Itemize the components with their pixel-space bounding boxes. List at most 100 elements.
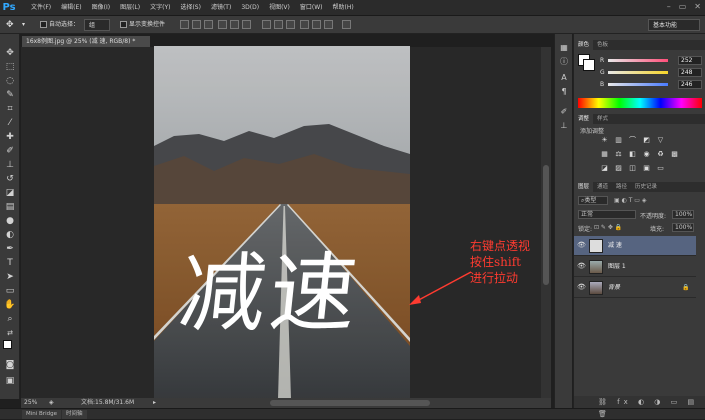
visibility-eye-icon[interactable]: 👁 (577, 241, 586, 249)
tab-color[interactable]: 颜色 (574, 40, 594, 50)
menu-item[interactable]: 视图(V) (264, 0, 295, 16)
type-tool-icon[interactable]: T (4, 258, 16, 269)
red-slider[interactable] (608, 59, 668, 62)
lock-icons[interactable]: ⊡ ✎ ✥ 🔒 (594, 224, 622, 231)
align-right-icon[interactable] (242, 20, 251, 29)
horizontal-scroll-thumb[interactable] (270, 400, 430, 406)
crop-tool-icon[interactable]: ⌗ (4, 104, 16, 115)
blue-value-field[interactable]: 246 (678, 80, 702, 89)
color-balance-adjust-icon[interactable]: ⚖ (614, 150, 623, 158)
menu-item[interactable]: 图层(L) (115, 0, 145, 16)
distribute-vcenter-icon[interactable] (274, 20, 283, 29)
visibility-eye-icon[interactable]: 👁 (577, 262, 586, 270)
healing-brush-tool-icon[interactable]: ✚ (4, 132, 16, 143)
tab-styles[interactable]: 样式 (593, 114, 612, 124)
green-slider[interactable] (608, 71, 668, 74)
clone-stamp-tool-icon[interactable]: ⊥ (4, 160, 16, 171)
menu-item[interactable]: 3D(D) (236, 0, 264, 16)
align-bottom-icon[interactable] (204, 20, 213, 29)
blur-tool-icon[interactable]: ● (4, 216, 16, 227)
opacity-field[interactable]: 100% (672, 210, 694, 219)
paragraph-panel-icon[interactable]: ¶ (558, 86, 570, 97)
levels-adjust-icon[interactable]: ▥ (614, 136, 623, 144)
filter-icons[interactable]: ▣ ◐ T ▭ ◈ (614, 197, 646, 204)
vibrance-adjust-icon[interactable]: ▽ (656, 136, 665, 144)
channel-mixer-adjust-icon[interactable]: ♻ (656, 150, 665, 158)
red-value-field[interactable]: 252 (678, 56, 702, 65)
distribute-left-icon[interactable] (300, 20, 309, 29)
tab-paths[interactable]: 路径 (612, 182, 631, 192)
mini-bridge-tab[interactable]: Mini Bridge (22, 410, 61, 419)
color-spectrum-bar[interactable] (578, 98, 702, 108)
black-white-adjust-icon[interactable]: ◧ (628, 150, 637, 158)
background-color-chip[interactable] (583, 59, 595, 71)
selective-color-adjust-icon[interactable]: ▣ (642, 164, 651, 172)
brush-tool-icon[interactable]: ✐ (4, 146, 16, 157)
eyedropper-tool-icon[interactable]: ⁄ (4, 118, 16, 129)
foreground-color-swatch[interactable] (3, 340, 12, 349)
green-value-field[interactable]: 248 (678, 68, 702, 77)
tab-adjustments[interactable]: 调整 (574, 114, 594, 124)
tab-history[interactable]: 历史记录 (631, 182, 661, 192)
workspace-dropdown[interactable]: 基本功能 (648, 19, 700, 31)
move-tool-icon[interactable]: ✥ (4, 48, 16, 59)
document-canvas-image[interactable]: 减速 (154, 46, 410, 399)
move-tool-icon[interactable]: ✥ (6, 19, 14, 31)
fill-field[interactable]: 100% (672, 223, 694, 232)
layer-kind-filter[interactable]: ⌕类型 (578, 196, 608, 205)
status-menu-arrow-icon[interactable]: ▸ (153, 398, 156, 408)
align-top-icon[interactable] (180, 20, 189, 29)
tab-channels[interactable]: 通道 (593, 182, 612, 192)
pen-tool-icon[interactable]: ✒ (4, 244, 16, 255)
layer-row[interactable]: 👁 图层 1 (574, 257, 696, 277)
menu-item[interactable]: 选择(S) (175, 0, 206, 16)
shape-tool-icon[interactable]: ▭ (4, 286, 16, 297)
path-select-tool-icon[interactable]: ➤ (4, 272, 16, 283)
document-tab[interactable]: 16x8例图.jpg @ 25% (减 速, RGB/8) * (22, 36, 150, 47)
blue-slider[interactable] (608, 83, 668, 86)
exposure-adjust-icon[interactable]: ◩ (642, 136, 651, 144)
text-layer-overlay[interactable]: 减速 (175, 244, 410, 344)
distribute-hcenter-icon[interactable] (312, 20, 321, 29)
status-info-icon[interactable]: ◈ (49, 398, 54, 408)
photo-filter-adjust-icon[interactable]: ◉ (642, 150, 651, 158)
timeline-tab[interactable]: 时间轴 (62, 410, 87, 419)
menu-item[interactable]: 编辑(E) (56, 0, 86, 16)
close-button[interactable]: ✕ (694, 2, 701, 11)
auto-select-dropdown[interactable]: 组 (84, 19, 110, 31)
hue-sat-adjust-icon[interactable]: ▦ (600, 150, 609, 158)
menu-item[interactable]: 滤镜(T) (206, 0, 236, 16)
menu-item[interactable]: 文字(Y) (145, 0, 175, 16)
auto-align-icon[interactable] (342, 20, 351, 29)
align-vcenter-icon[interactable] (192, 20, 201, 29)
invert-adjust-icon[interactable]: ◪ (600, 164, 609, 172)
clone-source-panel-icon[interactable]: ⊥ (558, 120, 570, 131)
lasso-tool-icon[interactable]: ◌ (4, 76, 16, 87)
brightness-adjust-icon[interactable]: ☀ (600, 136, 609, 144)
tab-layers[interactable]: 图层 (574, 182, 594, 192)
screen-mode-icon[interactable]: ▣ (4, 376, 16, 387)
zoom-tool-icon[interactable]: ⌕ (4, 314, 16, 325)
marquee-tool-icon[interactable]: ⬚ (4, 62, 16, 73)
vertical-scroll-thumb[interactable] (543, 165, 549, 285)
history-panel-icon[interactable]: ▦ (558, 42, 570, 53)
menu-item[interactable]: 窗口(W) (295, 0, 328, 16)
show-transform-checkbox[interactable]: 显示变换控件 (120, 19, 165, 31)
visibility-eye-icon[interactable]: 👁 (577, 283, 586, 291)
layer-row[interactable]: 👁 减 速 (574, 236, 696, 256)
distribute-top-icon[interactable] (262, 20, 271, 29)
eraser-tool-icon[interactable]: ◪ (4, 188, 16, 199)
brush-panel-icon[interactable]: ✐ (558, 106, 570, 117)
curves-adjust-icon[interactable]: ⌒ (628, 136, 637, 144)
gradient-map-adjust-icon[interactable]: ▭ (656, 164, 665, 172)
layer-row[interactable]: 👁 背景 🔒 (574, 278, 696, 298)
dodge-tool-icon[interactable]: ◐ (4, 230, 16, 241)
threshold-adjust-icon[interactable]: ◫ (628, 164, 637, 172)
quick-select-tool-icon[interactable]: ✎ (4, 90, 16, 101)
maximize-button[interactable]: ▭ (679, 2, 687, 11)
history-brush-tool-icon[interactable]: ↺ (4, 174, 16, 185)
layer-actions-bar[interactable]: ⛓ fx ◐ ◑ ▭ ▤ 🗑 (574, 396, 705, 418)
auto-select-checkbox[interactable]: 自动选择： (40, 19, 79, 31)
align-hcenter-icon[interactable] (230, 20, 239, 29)
menu-item[interactable]: 图像(I) (87, 0, 115, 16)
